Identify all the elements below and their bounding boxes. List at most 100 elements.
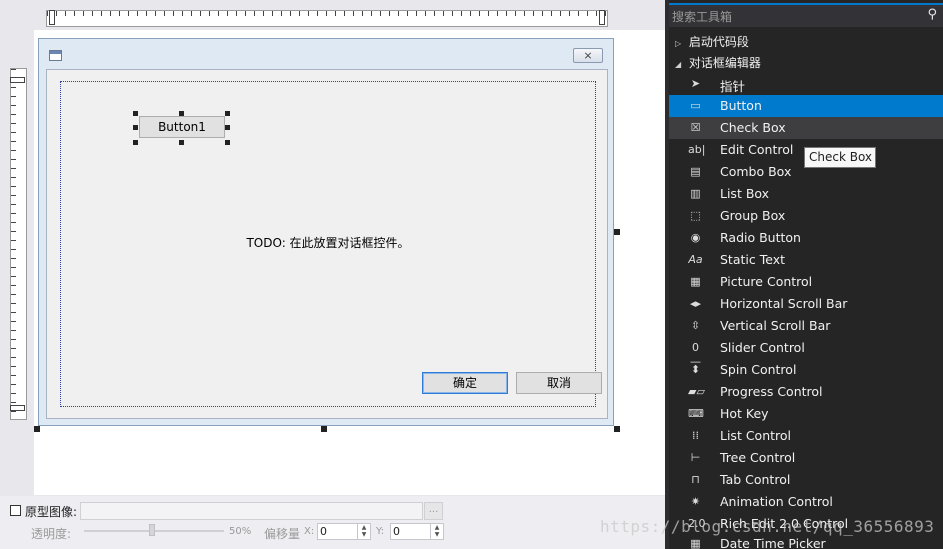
slider-icon: 0— — [690, 341, 701, 368]
toolbox-item-list-box[interactable]: ▥ List Box — [669, 183, 943, 205]
toolbox-item-check-box[interactable]: ☒ Check Box — [669, 117, 943, 139]
toolbox-item-label: List Control — [720, 428, 792, 443]
toolbox-item-label: Animation Control — [720, 494, 833, 509]
dialog-close-button[interactable]: ⨯ — [573, 48, 603, 63]
prototype-path-field[interactable] — [80, 502, 423, 520]
toolbox-item-picture-control[interactable]: ▦ Picture Control — [669, 271, 943, 293]
combo-box-icon: ▤ — [690, 165, 701, 178]
group-label: 对话框编辑器 — [688, 56, 761, 70]
toolbox-item-animation-control[interactable]: ✷ Animation Control — [669, 491, 943, 513]
y-label: Y: — [376, 526, 385, 537]
ruler-bottom-marker[interactable] — [10, 405, 25, 411]
toolbox-item-pointer[interactable]: ➤ 指针 — [669, 73, 943, 95]
x-label: X: — [304, 526, 315, 537]
toolbox-item-tab-control[interactable]: ⊓ Tab Control — [669, 469, 943, 491]
toolbox-item-button[interactable]: ▭ Button — [669, 95, 943, 117]
toolbox-item-radio-button[interactable]: ◉ Radio Button — [669, 227, 943, 249]
toolbox-item-tree-control[interactable]: ⊢ Tree Control — [669, 447, 943, 469]
vertical-ruler[interactable] — [10, 68, 27, 420]
ruler-top-marker[interactable] — [10, 77, 25, 83]
spin-arrows-icon[interactable]: ▲ ▼ — [357, 524, 370, 539]
prototype-image-checkbox[interactable] — [10, 505, 21, 516]
toolbox-item-label: Combo Box — [720, 164, 792, 179]
toolbox-item-label: Group Box — [720, 208, 786, 223]
toolbox-item-static-text[interactable]: Aa Static Text — [669, 249, 943, 271]
dialog-resize-handle[interactable] — [34, 426, 40, 432]
tooltip: Check Box — [804, 147, 876, 168]
animation-icon: ✷ — [690, 495, 701, 508]
prototype-image-bar: 原型图像: ... 透明度: 50% 偏移量 X: 0 ▲ ▼ Y: 0 ▲ ▼ — [0, 496, 665, 549]
prototype-image-label: 原型图像: — [25, 505, 78, 519]
opacity-label: 透明度: — [31, 527, 72, 541]
toolbox-item-label: Radio Button — [720, 230, 801, 245]
resize-handle[interactable] — [133, 111, 138, 116]
dialog-resize-handle[interactable] — [321, 426, 327, 432]
toolbox-item-label: Picture Control — [720, 274, 813, 289]
resize-handle[interactable] — [225, 111, 230, 116]
dialog-resize-handle[interactable] — [614, 229, 620, 235]
toolbox-item-horizontal-scroll-bar[interactable]: ◂▸ Horizontal Scroll Bar — [669, 293, 943, 315]
tree-control-icon: ⊢ — [690, 451, 701, 464]
resize-handle[interactable] — [225, 140, 230, 145]
datetime-icon: ▦ — [690, 537, 701, 549]
ok-button[interactable]: 确定 — [422, 372, 508, 394]
button1-control[interactable]: Button1 — [139, 116, 225, 138]
toolbox-item-label: Static Text — [720, 252, 785, 267]
resize-handle[interactable] — [133, 125, 138, 130]
static-text-icon: Aa — [688, 253, 703, 266]
radio-button-icon: ◉ — [690, 231, 701, 244]
edit-control-icon: ab| — [688, 143, 706, 156]
pointer-icon: ➤ — [690, 77, 701, 90]
toolbox-item-list-control[interactable]: ⁞⁞ List Control — [669, 425, 943, 447]
collapse-arrow-icon: ◢ — [675, 60, 682, 69]
y-offset-value: 0 — [393, 525, 400, 538]
search-placeholder: 搜索工具箱 — [672, 10, 733, 24]
checkbox-icon: ☒ — [690, 121, 701, 134]
resize-handle[interactable] — [179, 111, 184, 116]
resize-handle[interactable] — [179, 140, 184, 145]
ruler-right-marker[interactable] — [599, 10, 605, 25]
y-offset-spinner[interactable]: 0 ▲ ▼ — [390, 523, 444, 540]
group-startup-snippets[interactable]: ▷ 启动代码段 — [675, 33, 749, 50]
vscroll-icon: ⇳ — [690, 319, 701, 332]
group-box-icon: ⬚ — [690, 209, 701, 222]
group-label: 启动代码段 — [688, 35, 749, 49]
list-control-icon: ⁞⁞ — [692, 429, 699, 442]
toolbox-search-input[interactable]: 搜索工具箱 ⚲ — [669, 3, 943, 27]
dialog-resize-handle[interactable] — [614, 426, 620, 432]
toolbox-item-slider-control[interactable]: 0— Slider Control — [669, 337, 943, 368]
toolbox-item-spin-control[interactable]: ⬍ Spin Control — [669, 359, 943, 381]
ruler-left-marker[interactable] — [49, 10, 55, 25]
toolbox-item-hot-key[interactable]: ⌨ Hot Key — [669, 403, 943, 425]
offset-label: 偏移量 — [264, 527, 301, 541]
dialog-preview[interactable]: ⨯ Button1 TODO: 在此放置对话框控件。 确定 取消 — [38, 38, 614, 426]
group-dialog-editor[interactable]: ◢ 对话框编辑器 — [675, 54, 761, 71]
dialog-window-icon — [49, 50, 62, 61]
spin-arrows-icon[interactable]: ▲ ▼ — [430, 524, 443, 539]
toolbox-item-label: Tab Control — [720, 472, 791, 487]
toolbox-item-vertical-scroll-bar[interactable]: ⇳ Vertical Scroll Bar — [669, 315, 943, 337]
todo-static-text[interactable]: TODO: 在此放置对话框控件。 — [47, 234, 609, 251]
toolbox-item-group-box[interactable]: ⬚ Group Box — [669, 205, 943, 227]
toolbox-item-label: Vertical Scroll Bar — [720, 318, 831, 333]
search-icon[interactable]: ⚲ — [927, 7, 937, 22]
toolbox-item-progress-control[interactable]: ▰▱ Progress Control — [669, 381, 943, 403]
dialog-designer-pane[interactable]: ⨯ Button1 TODO: 在此放置对话框控件。 确定 取消 — [0, 0, 665, 549]
toolbox-item-label: Tree Control — [720, 450, 796, 465]
tab-control-icon: ⊓ — [691, 473, 700, 486]
button-icon: ▭ — [690, 99, 701, 112]
browse-button[interactable]: ... — [424, 502, 443, 520]
resize-handle[interactable] — [225, 125, 230, 130]
toolbox-item-label: Spin Control — [720, 362, 797, 377]
toolbox-item-label: Check Box — [720, 120, 786, 135]
toolbox-item-label: Horizontal Scroll Bar — [720, 296, 848, 311]
dialog-client-area[interactable]: Button1 TODO: 在此放置对话框控件。 确定 取消 — [46, 69, 608, 419]
x-offset-spinner[interactable]: 0 ▲ ▼ — [317, 523, 371, 540]
picture-control-icon: ▦ — [690, 275, 701, 288]
opacity-slider-thumb[interactable] — [149, 524, 155, 536]
cancel-button[interactable]: 取消 — [516, 372, 602, 394]
resize-handle[interactable] — [133, 140, 138, 145]
list-box-icon: ▥ — [690, 187, 701, 200]
horizontal-ruler[interactable] — [46, 10, 608, 27]
watermark-text: https://blog.csdn.net/qq_36556893 — [600, 517, 935, 536]
